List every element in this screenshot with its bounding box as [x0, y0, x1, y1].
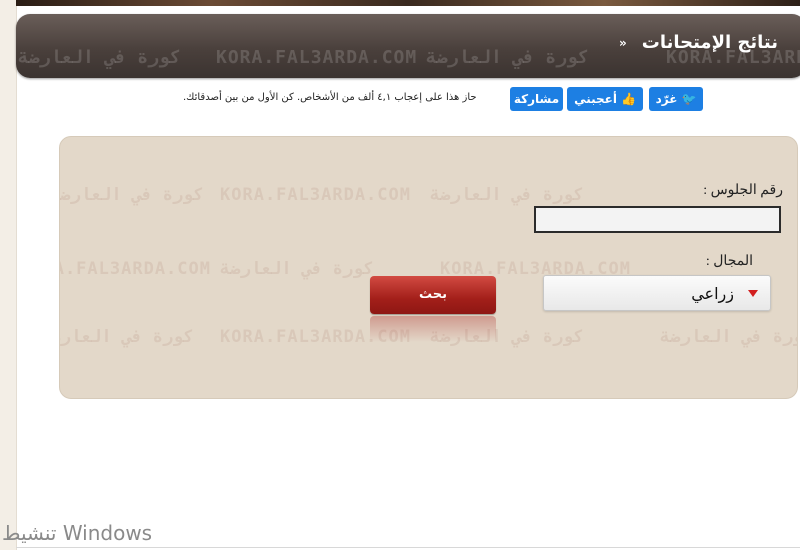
- watermark: KORA.FAL3ARDA.COM: [216, 47, 418, 68]
- like-count-text: حاز هذا على إعجاب ٤,١ ألف من الأشخاص. كن…: [183, 92, 477, 103]
- watermark: كورة في العارضة: [430, 185, 584, 205]
- like-button[interactable]: 👍أعجبني: [567, 87, 643, 111]
- divider: [16, 547, 800, 548]
- share-button[interactable]: مشاركة: [510, 87, 563, 111]
- watermark: كورة في العارضة: [426, 47, 589, 68]
- field-select-value: زراعي: [691, 284, 734, 303]
- double-chevron-icon: »: [619, 36, 627, 50]
- watermark: KORA.FAL3ARDA.COM: [60, 259, 211, 279]
- search-button[interactable]: بحث: [370, 276, 496, 314]
- dropdown-caret-icon: [748, 290, 758, 297]
- thumbs-up-icon: 👍: [620, 92, 636, 106]
- search-button-reflection: [370, 316, 496, 342]
- header-image-strip: [16, 0, 800, 6]
- section-title-bar: كورة في العارضة KORA.FAL3ARDA.COM كورة ف…: [16, 14, 800, 78]
- watermark: KORA.FAL3ARDA.COM: [220, 185, 411, 205]
- tweet-button[interactable]: 🐦غرّد: [649, 87, 703, 111]
- activate-windows-watermark: تنشيط Windows: [2, 521, 153, 545]
- twitter-bird-icon: 🐦: [681, 92, 697, 106]
- left-page-margin: [0, 0, 17, 550]
- watermark: كورة في العارضة: [220, 259, 374, 279]
- field-select[interactable]: زراعي: [543, 275, 771, 311]
- seat-number-input[interactable]: [534, 206, 781, 233]
- exam-results-form-panel: كورة في العارضة KORA.FAL3ARDA.COM كورة ف…: [59, 136, 798, 399]
- seat-number-label: رقم الجلوس :: [703, 183, 783, 198]
- watermark: كورة في العارضة: [60, 327, 194, 347]
- field-label: المجال :: [705, 254, 753, 269]
- page-title: نتائج الإمتحانات: [641, 32, 778, 53]
- watermark: كورة في العارضة: [660, 327, 797, 347]
- watermark: كورة في العارضة: [59, 185, 204, 205]
- watermark: كورة في العارضة: [18, 47, 181, 68]
